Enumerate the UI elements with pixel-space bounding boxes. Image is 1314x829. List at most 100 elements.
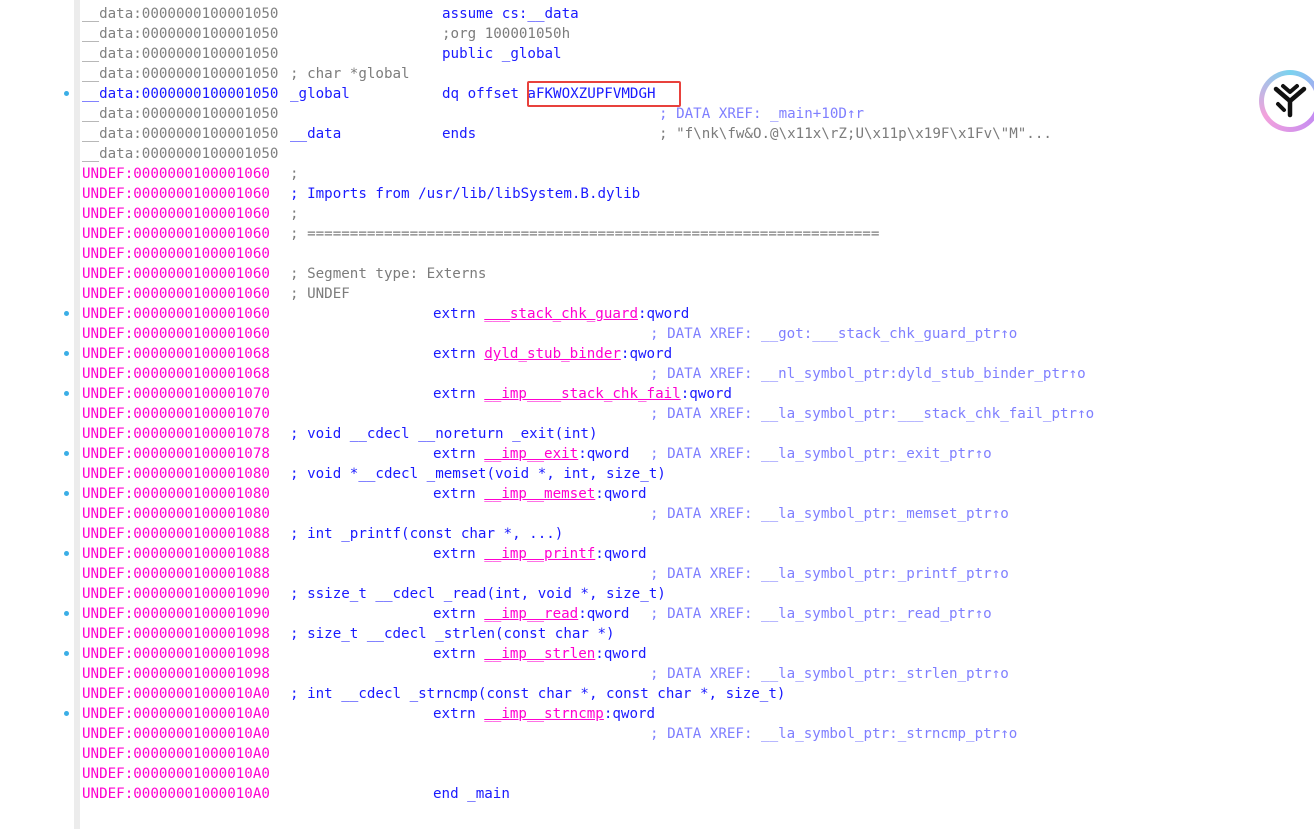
xref-comment[interactable]: ; DATA XREF: __la_symbol_ptr:_strncmp_pt…: [650, 724, 1017, 744]
instruction[interactable]: extrn dyld_stub_binder:qword: [433, 344, 672, 364]
listing-row[interactable]: UNDEF:0000000100001088 extrn __imp__print…: [64, 544, 1312, 564]
listing-row[interactable]: __data:0000000100001050 public _global: [82, 44, 1312, 64]
listing-row[interactable]: UNDEF:0000000100001060 ; Segment type: Ex…: [82, 264, 1312, 284]
address[interactable]: UNDEF:0000000100001080: [82, 486, 270, 502]
listing-row[interactable]: UNDEF:0000000100001088 ; int _printf(cons…: [82, 524, 1312, 544]
instruction[interactable]: end _main: [433, 784, 510, 804]
listing-row[interactable]: UNDEF:0000000100001060 extrn ___stack_chk…: [64, 304, 1312, 324]
instruction[interactable]: ;org 100001050h: [442, 24, 570, 44]
listing-row[interactable]: UNDEF:0000000100001060;: [82, 164, 1312, 184]
listing-row[interactable]: UNDEF:0000000100001078 ; void __cdecl __n…: [82, 424, 1312, 444]
instruction[interactable]: extrn __imp__exit:qword: [433, 444, 629, 464]
address[interactable]: UNDEF:0000000100001098: [82, 666, 270, 682]
address[interactable]: __data:0000000100001050: [82, 86, 278, 102]
xref-comment[interactable]: ; DATA XREF: __la_symbol_ptr:___stack_ch…: [650, 404, 1094, 424]
listing-row[interactable]: UNDEF:00000001000010A0 end _main: [82, 784, 1312, 804]
label[interactable]: _global: [290, 84, 350, 104]
address[interactable]: __data:0000000100001050: [82, 106, 278, 122]
xref-comment[interactable]: ; DATA XREF: __la_symbol_ptr:_strlen_ptr…: [650, 664, 1009, 684]
address[interactable]: UNDEF:00000001000010A0: [82, 766, 270, 782]
instruction[interactable]: extrn __imp__memset:qword: [433, 484, 647, 504]
xref-comment[interactable]: ; DATA XREF: __la_symbol_ptr:_memset_ptr…: [650, 504, 1009, 524]
instruction[interactable]: extrn __imp__strlen:qword: [433, 644, 647, 664]
listing-row[interactable]: UNDEF:0000000100001060 ; UNDEF: [82, 284, 1312, 304]
address[interactable]: UNDEF:00000001000010A0: [82, 746, 270, 762]
address[interactable]: UNDEF:00000001000010A0: [82, 726, 270, 742]
listing-row[interactable]: UNDEF:0000000100001060 ; ================…: [82, 224, 1312, 244]
address[interactable]: UNDEF:0000000100001060: [82, 306, 270, 322]
address[interactable]: __data:0000000100001050: [82, 6, 278, 22]
instruction[interactable]: ends: [442, 124, 476, 144]
address[interactable]: __data:0000000100001050: [82, 146, 278, 162]
listing-row[interactable]: UNDEF:00000001000010A0 extrn __imp__strnc…: [64, 704, 1312, 724]
instruction[interactable]: extrn __imp__printf:qword: [433, 544, 647, 564]
listing-row[interactable]: __data:0000000100001050 _global dq offset …: [64, 81, 1312, 107]
address[interactable]: UNDEF:0000000100001078: [82, 426, 270, 442]
address[interactable]: UNDEF:0000000100001088: [82, 566, 270, 582]
address[interactable]: UNDEF:00000001000010A0: [82, 706, 270, 722]
label[interactable]: __data: [290, 124, 341, 144]
listing-row[interactable]: UNDEF:00000001000010A0 ; DATA XREF: __la_…: [82, 724, 1312, 744]
listing-row[interactable]: UNDEF:0000000100001060 ; Imports from /us…: [82, 184, 1312, 204]
address[interactable]: UNDEF:0000000100001070: [82, 386, 270, 402]
address[interactable]: UNDEF:0000000100001060: [82, 186, 270, 202]
listing-row[interactable]: UNDEF:0000000100001070 ; DATA XREF: __la_…: [82, 404, 1312, 424]
listing-row[interactable]: UNDEF:0000000100001098 ; DATA XREF: __la_…: [82, 664, 1312, 684]
address[interactable]: UNDEF:0000000100001060: [82, 206, 270, 222]
address[interactable]: UNDEF:0000000100001060: [82, 226, 270, 242]
listing-row[interactable]: UNDEF:0000000100001078 extrn __imp__exit:…: [64, 444, 1312, 464]
listing-row[interactable]: UNDEF:0000000100001090 ; ssize_t __cdecl …: [82, 584, 1312, 604]
listing-row[interactable]: __data:0000000100001050 __data ends ; "f\nk…: [82, 124, 1312, 144]
address[interactable]: UNDEF:0000000100001078: [82, 446, 270, 462]
address[interactable]: __data:0000000100001050: [82, 126, 278, 142]
address[interactable]: UNDEF:0000000100001090: [82, 606, 270, 622]
listing-row[interactable]: UNDEF:0000000100001098 extrn __imp__strle…: [64, 644, 1312, 664]
instruction[interactable]: public _global: [442, 44, 562, 64]
address[interactable]: UNDEF:0000000100001060: [82, 266, 270, 282]
listing-row[interactable]: UNDEF:0000000100001080 extrn __imp__memse…: [64, 484, 1312, 504]
xref-comment[interactable]: ; DATA XREF: __nl_symbol_ptr:dyld_stub_b…: [650, 364, 1086, 384]
address[interactable]: UNDEF:0000000100001060: [82, 286, 270, 302]
listing-row[interactable]: UNDEF:0000000100001098 ; size_t __cdecl _…: [82, 624, 1312, 644]
address[interactable]: UNDEF:0000000100001080: [82, 506, 270, 522]
address[interactable]: UNDEF:00000001000010A0: [82, 786, 270, 802]
listing-row[interactable]: __data:0000000100001050 ;org 100001050h: [82, 24, 1312, 44]
listing-row[interactable]: UNDEF:0000000100001068 ; DATA XREF: __nl_…: [82, 364, 1312, 384]
address[interactable]: UNDEF:0000000100001098: [82, 646, 270, 662]
listing-row[interactable]: UNDEF:0000000100001060: [82, 244, 1312, 264]
instruction[interactable]: extrn __imp____stack_chk_fail:qword: [433, 384, 732, 404]
address[interactable]: __data:0000000100001050: [82, 46, 278, 62]
address[interactable]: UNDEF:0000000100001088: [82, 546, 270, 562]
listing-row[interactable]: UNDEF:0000000100001080 ; DATA XREF: __la_…: [82, 504, 1312, 524]
address[interactable]: UNDEF:0000000100001090: [82, 586, 270, 602]
address[interactable]: UNDEF:0000000100001060: [82, 246, 270, 262]
instruction[interactable]: extrn __imp__strncmp:qword: [433, 704, 655, 724]
xref-comment[interactable]: ; DATA XREF: _main+10D↑r: [659, 104, 864, 124]
address[interactable]: UNDEF:0000000100001060: [82, 166, 270, 182]
address[interactable]: __data:0000000100001050: [82, 26, 278, 42]
xref-comment[interactable]: ; DATA XREF: __got:___stack_chk_guard_pt…: [650, 324, 1017, 344]
xref-comment[interactable]: ; DATA XREF: __la_symbol_ptr:_read_ptr↑o: [650, 604, 992, 624]
address[interactable]: __data:0000000100001050: [82, 66, 278, 82]
floating-assistant-button[interactable]: [1259, 70, 1314, 132]
address[interactable]: UNDEF:0000000100001060: [82, 326, 270, 342]
listing-row[interactable]: __data:0000000100001050 ; DATA XREF: _mai…: [82, 104, 1312, 124]
listing-row[interactable]: UNDEF:0000000100001080 ; void *__cdecl _m…: [82, 464, 1312, 484]
listing-row[interactable]: UNDEF:00000001000010A0: [82, 744, 1312, 764]
instruction[interactable]: extrn ___stack_chk_guard:qword: [433, 304, 689, 324]
xref-comment[interactable]: ; DATA XREF: __la_symbol_ptr:_exit_ptr↑o: [650, 444, 992, 464]
listing-row[interactable]: UNDEF:0000000100001090 extrn __imp__read:…: [64, 604, 1312, 624]
listing-row[interactable]: __data:0000000100001050: [82, 144, 1312, 164]
address[interactable]: UNDEF:0000000100001088: [82, 526, 270, 542]
address[interactable]: UNDEF:0000000100001068: [82, 346, 270, 362]
listing-row[interactable]: __data:0000000100001050 assume cs:__data: [82, 4, 1312, 24]
listing-row[interactable]: UNDEF:00000001000010A0: [82, 764, 1312, 784]
listing-row[interactable]: UNDEF:0000000100001070 extrn __imp____sta…: [64, 384, 1312, 404]
instruction[interactable]: extrn __imp__read:qword: [433, 604, 629, 624]
xref-comment[interactable]: ; DATA XREF: __la_symbol_ptr:_printf_ptr…: [650, 564, 1009, 584]
address[interactable]: UNDEF:0000000100001068: [82, 366, 270, 382]
listing-row[interactable]: UNDEF:0000000100001060;: [82, 204, 1312, 224]
listing-row[interactable]: __data:0000000100001050 ; char *global: [82, 64, 1312, 84]
address[interactable]: UNDEF:00000001000010A0: [82, 686, 270, 702]
instruction[interactable]: assume cs:__data: [442, 4, 579, 24]
